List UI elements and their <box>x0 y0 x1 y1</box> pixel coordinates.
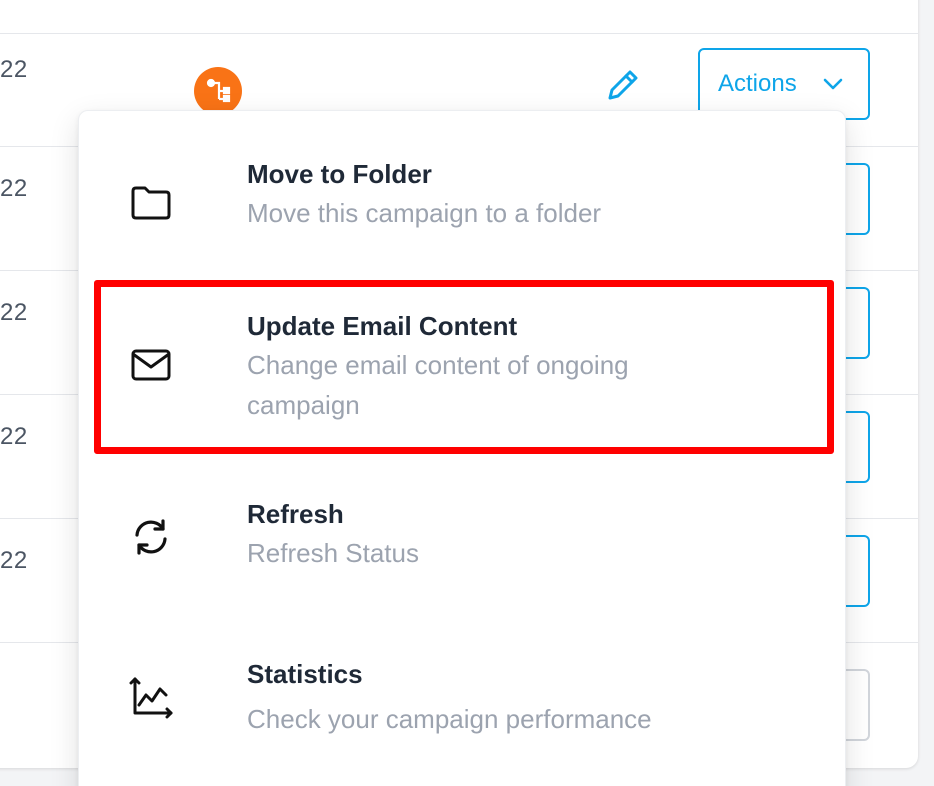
mail-icon <box>131 349 171 381</box>
menu-item-description: Refresh Status <box>247 538 419 568</box>
refresh-icon <box>135 519 167 555</box>
actions-button-label: Actions <box>718 70 797 97</box>
menu-item-title: Statistics <box>247 659 363 689</box>
menu-item-refresh[interactable]: Refresh Refresh Status <box>79 485 847 615</box>
row-date: 22 <box>0 299 28 326</box>
menu-item-description: Change email content of ongoing campaign <box>247 350 629 420</box>
menu-item-move-to-folder[interactable]: Move to Folder Move this campaign to a f… <box>79 141 847 271</box>
row-date: 22 <box>0 56 28 83</box>
folder-icon <box>131 186 171 220</box>
workflow-badge-icon[interactable] <box>194 67 242 115</box>
menu-item-title: Refresh <box>247 499 344 529</box>
menu-item-statistics[interactable]: Statistics Check your campaign performan… <box>79 645 847 775</box>
row-date: 22 <box>0 423 28 450</box>
chart-icon <box>129 677 173 719</box>
menu-item-title: Update Email Content <box>247 311 518 341</box>
menu-item-description: Move this campaign to a folder <box>247 198 602 228</box>
edit-pencil-icon[interactable] <box>602 66 642 106</box>
actions-dropdown-menu: Move to Folder Move this campaign to a f… <box>78 110 846 786</box>
row-date: 22 <box>0 547 28 574</box>
menu-item-description: Check your campaign performance <box>247 704 652 734</box>
chevron-down-icon <box>823 78 843 90</box>
menu-item-title: Move to Folder <box>247 159 432 189</box>
table-row[interactable] <box>0 0 918 34</box>
menu-item-update-email-content[interactable]: Update Email Content Change email conten… <box>79 293 847 453</box>
row-date: 22 <box>0 175 28 202</box>
